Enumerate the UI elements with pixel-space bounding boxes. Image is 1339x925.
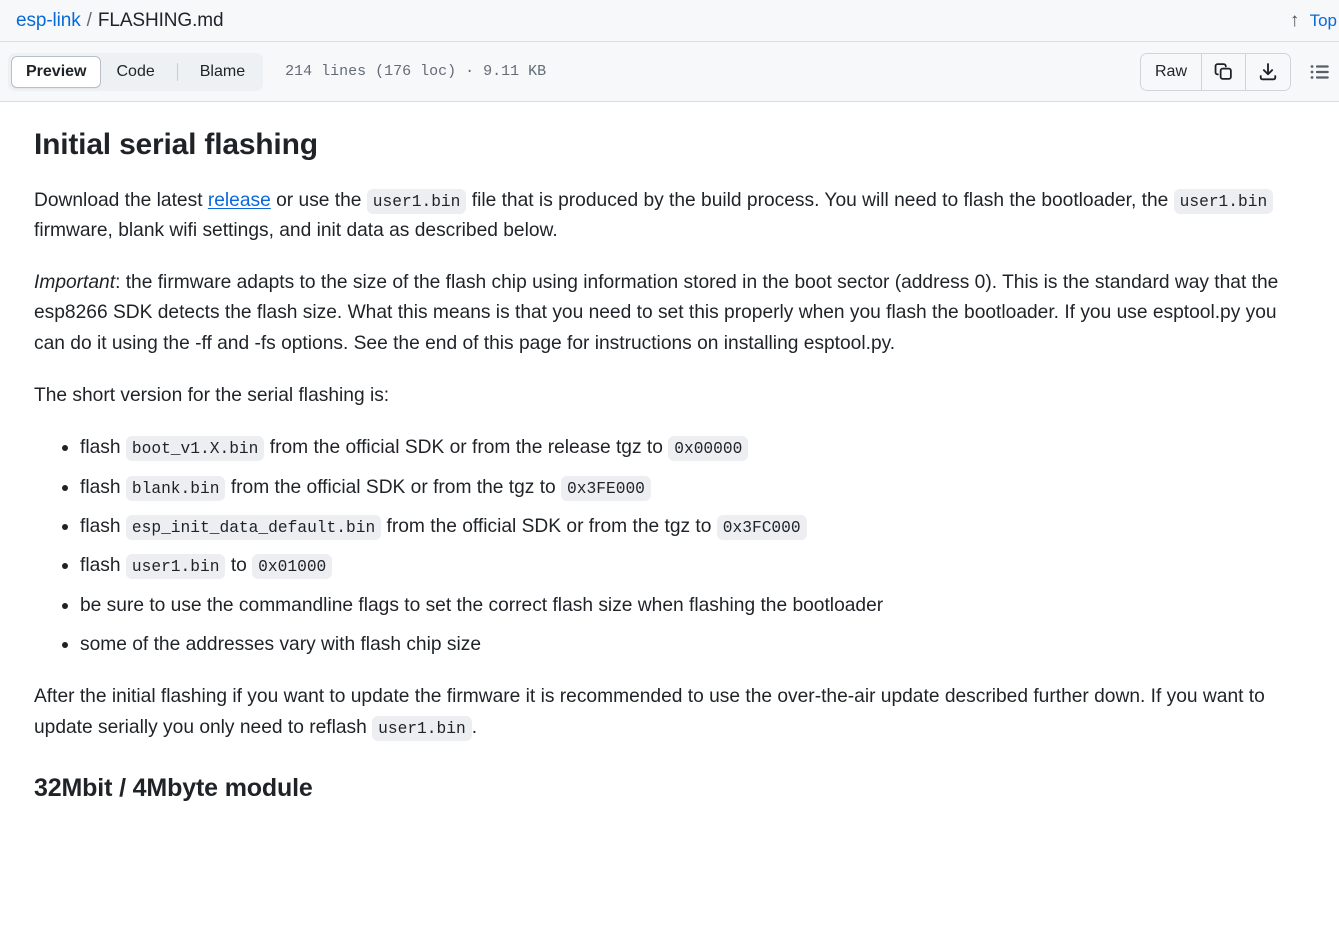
breadcrumb-filename: FLASHING.md [97, 9, 224, 31]
back-to-top-label: Top [1309, 10, 1337, 30]
inline-code: 0x01000 [252, 554, 333, 580]
tab-divider [176, 62, 178, 81]
list-item: be sure to use the commandline flags to … [62, 591, 1305, 621]
text-fragment: flash [80, 516, 126, 538]
outline-list-icon[interactable] [1305, 57, 1335, 87]
raw-button[interactable]: Raw [1140, 53, 1202, 90]
paragraph-after-flashing: After the initial flashing if you want t… [34, 682, 1305, 743]
download-icon[interactable] [1246, 53, 1290, 90]
paragraph-short-version: The short version for the serial flashin… [34, 385, 390, 407]
text-fragment: Download the latest [34, 189, 208, 211]
copy-icon[interactable] [1202, 53, 1246, 90]
inline-code: 0x00000 [668, 436, 749, 462]
inline-code: blank.bin [125, 475, 226, 501]
text-fragment: be sure to use the commandline flags to … [80, 594, 884, 616]
text-fragment: from the official SDK or from the releas… [264, 437, 669, 459]
arrow-up-icon: ↑ [1289, 9, 1300, 31]
tab-preview[interactable]: Preview [11, 55, 102, 88]
text-fragment: file that is produced by the build proce… [466, 189, 1174, 211]
emphasis-important: Important [34, 272, 116, 294]
file-metadata-text: 214 lines (176 loc) · 9.11 KB [285, 63, 547, 80]
inline-code: boot_v1.X.bin [125, 436, 265, 462]
inline-code: 0x3FE000 [561, 475, 651, 501]
file-view-toolbar: Preview Code Blame 214 lines (176 loc) ·… [0, 42, 1339, 102]
text-fragment: firmware, blank wifi settings, and init … [34, 219, 558, 241]
flashing-steps-list: flash boot_v1.X.bin from the official SD… [34, 433, 1305, 660]
view-mode-segmented-control: Preview Code Blame [8, 52, 264, 91]
back-to-top-link[interactable]: ↑ Top [1287, 9, 1339, 31]
tab-blame[interactable]: Blame [185, 56, 260, 88]
tab-code[interactable]: Code [101, 56, 169, 88]
release-link[interactable]: release [208, 190, 271, 211]
inline-code: user1.bin [125, 554, 226, 580]
toolbar-actions: Raw [1139, 52, 1339, 91]
text-fragment: flash [80, 437, 126, 459]
list-item: some of the addresses vary with flash ch… [62, 630, 1305, 660]
inline-code: 0x3FC000 [716, 515, 807, 541]
list-item: flash blank.bin from the official SDK or… [62, 473, 1305, 503]
text-fragment: flash [80, 476, 126, 498]
text-fragment: After the initial flashing if you want t… [34, 686, 1265, 738]
inline-code: user1.bin [372, 715, 472, 741]
inline-code: user1.bin [366, 188, 467, 214]
page-title: Initial serial flashing [34, 128, 318, 161]
text-fragment: some of the addresses vary with flash ch… [80, 634, 481, 656]
list-item: flash user1.bin to 0x01000 [62, 551, 1305, 581]
text-fragment: from the official SDK or from the tgz to [381, 516, 717, 538]
text-fragment: flash [80, 555, 126, 577]
text-fragment: . [471, 716, 478, 738]
list-item: flash esp_init_data_default.bin from the… [62, 512, 1305, 542]
paragraph-intro: Download the latest release or use the u… [34, 186, 1305, 247]
inline-code: user1.bin [1173, 188, 1274, 214]
text-fragment: from the official SDK or from the tgz to [225, 476, 562, 498]
breadcrumb-separator: / [86, 9, 92, 31]
text-fragment: or use the [270, 189, 367, 211]
list-item: flash boot_v1.X.bin from the official SD… [62, 433, 1305, 463]
file-breadcrumb-header: esp-link / FLASHING.md ↑ Top [0, 0, 1339, 42]
inline-code: esp_init_data_default.bin [125, 515, 382, 541]
text-fragment: to [225, 555, 253, 577]
markdown-content: Initial serial flashing Download the lat… [0, 102, 1339, 804]
breadcrumb-repo-link[interactable]: esp-link [16, 10, 81, 32]
breadcrumb: esp-link / FLASHING.md [16, 9, 224, 32]
paragraph-important: Important: the firmware adapts to the si… [34, 268, 1305, 359]
section-title-module: 32Mbit / 4Mbyte module [34, 774, 313, 803]
file-action-button-group: Raw [1139, 52, 1291, 91]
text-fragment: : the firmware adapts to the size of the… [34, 272, 1279, 354]
